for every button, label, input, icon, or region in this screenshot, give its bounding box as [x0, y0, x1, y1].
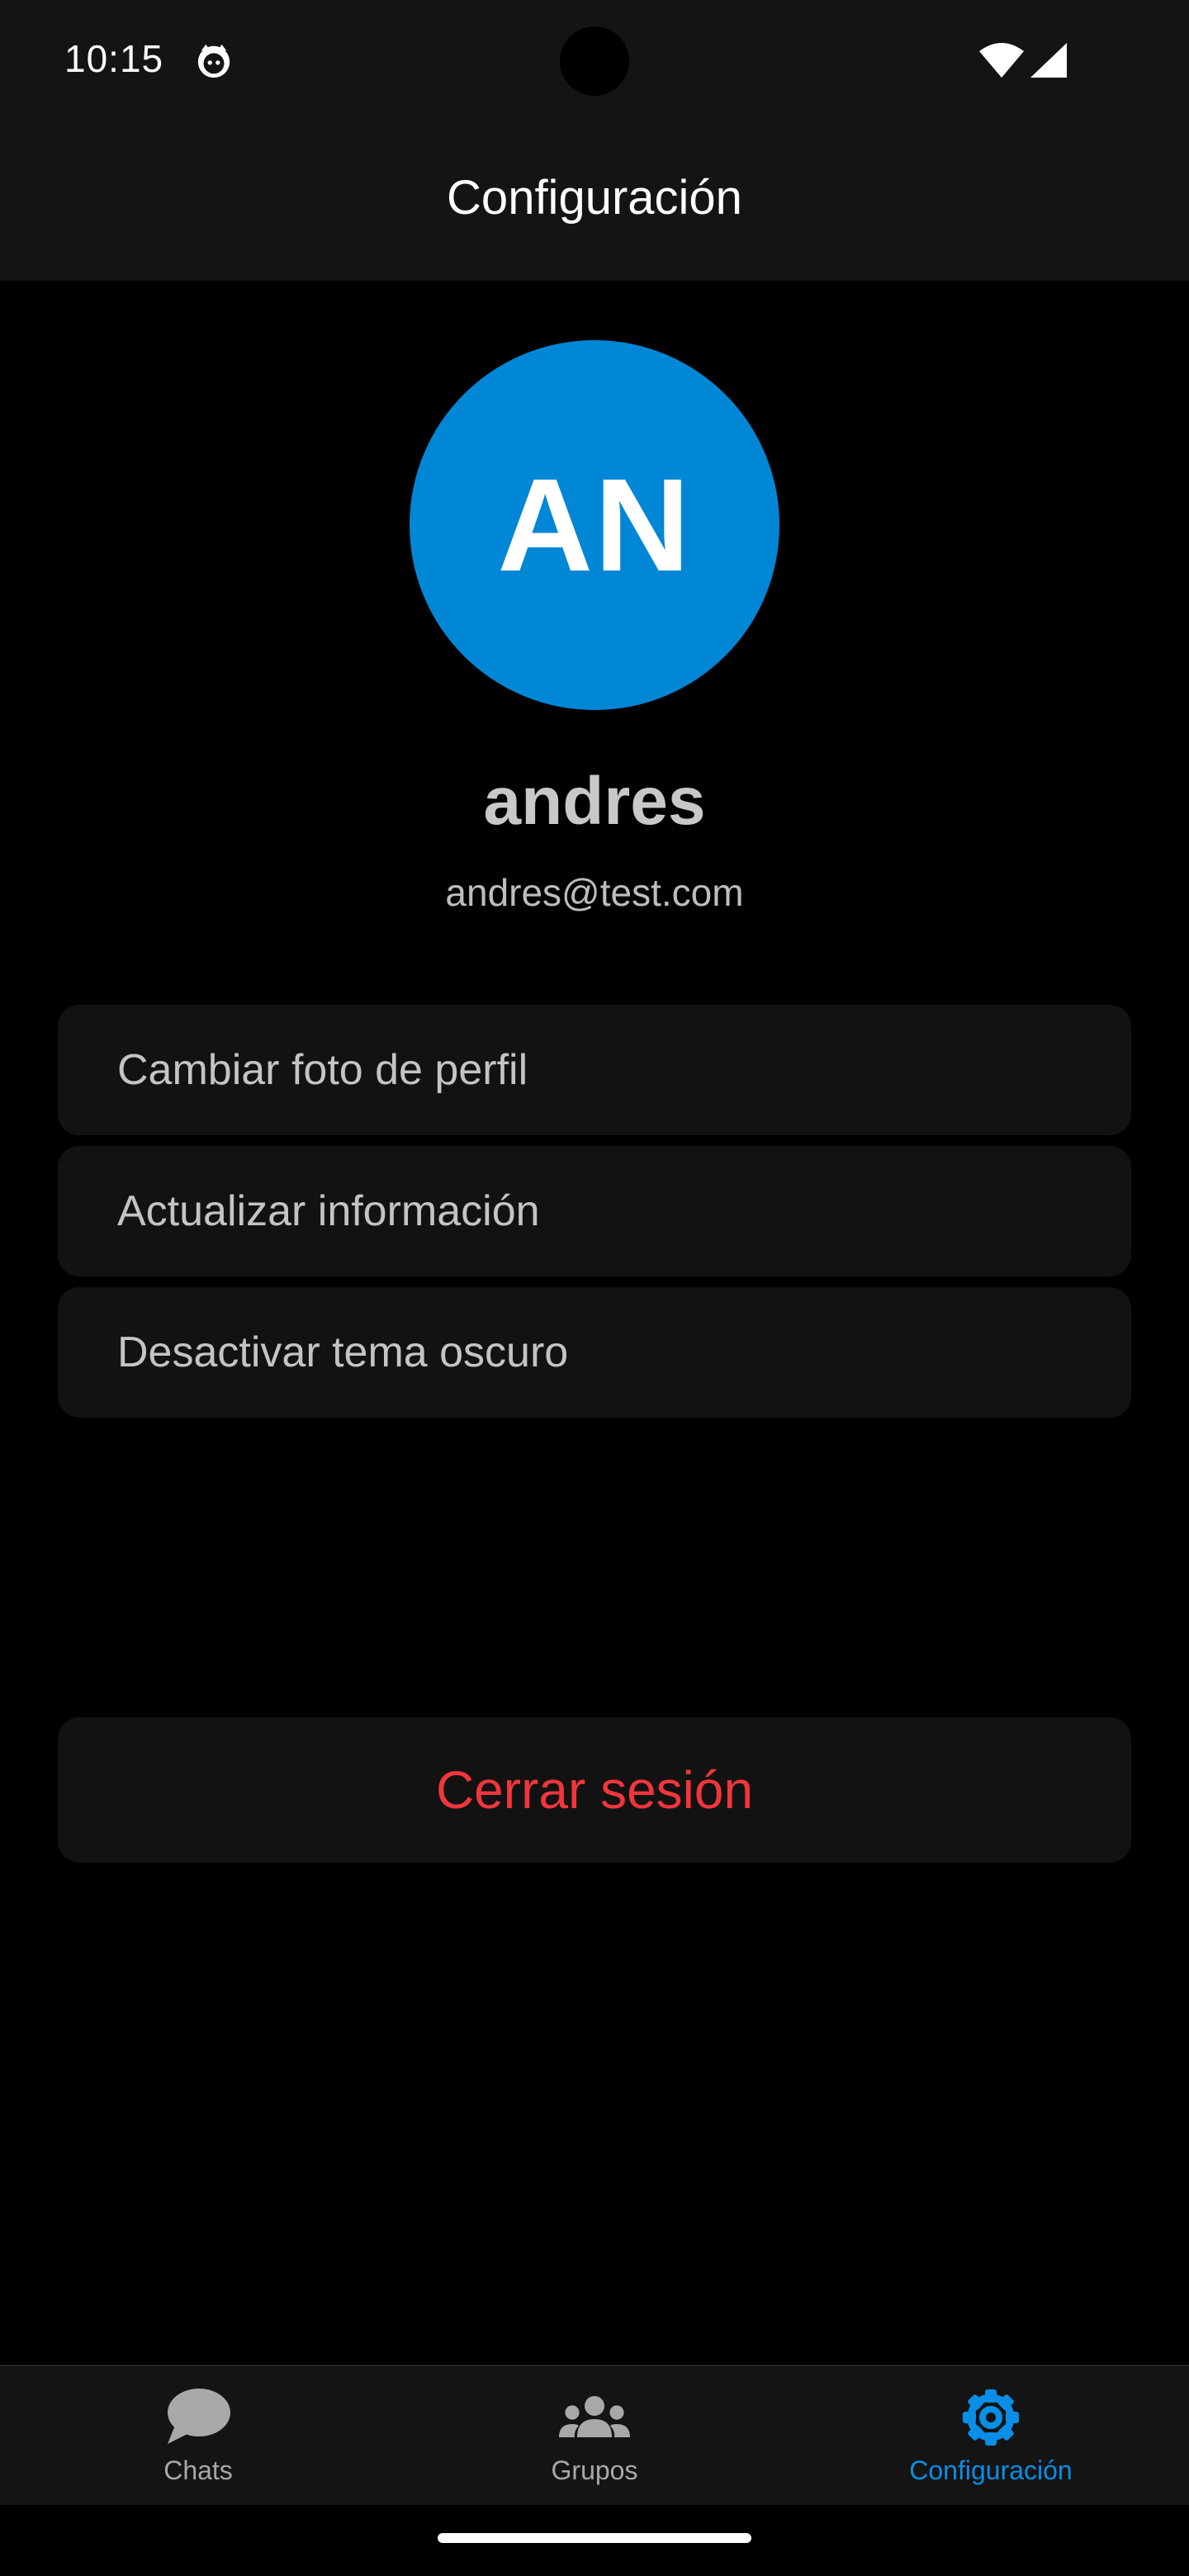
nav-label-groups: Grupos	[551, 2455, 638, 2485]
option-label: Actualizar información	[117, 1187, 540, 1235]
chat-bubble-icon	[168, 2389, 230, 2444]
app-notification-icon	[197, 44, 230, 78]
people-group-icon	[559, 2396, 630, 2437]
page-title: Configuración	[447, 171, 742, 225]
option-label: Desactivar tema oscuro	[117, 1328, 569, 1376]
logout-button[interactable]: Cerrar sesión	[58, 1717, 1131, 1863]
home-indicator[interactable]	[438, 2533, 751, 2543]
nav-item-groups[interactable]: Grupos	[396, 2366, 793, 2505]
status-time: 10:15	[64, 37, 164, 80]
nav-label-chats: Chats	[163, 2455, 233, 2485]
change-profile-photo-button[interactable]: Cambiar foto de perfil	[58, 1005, 1131, 1135]
nav-item-chats[interactable]: Chats	[0, 2366, 396, 2505]
settings-screen: 10:15 Configuración AN andres andres@tes…	[0, 0, 1189, 2576]
app-bar: Configuración	[0, 122, 1189, 281]
nav-item-settings[interactable]: Configuración	[793, 2366, 1189, 2505]
avatar-initials: AN	[497, 451, 692, 599]
nav-label-settings: Configuración	[909, 2455, 1073, 2485]
camera-cutout	[560, 26, 629, 96]
cell-signal-icon	[1030, 43, 1067, 78]
update-info-button[interactable]: Actualizar información	[58, 1146, 1131, 1276]
avatar: AN	[410, 340, 779, 710]
disable-dark-theme-button[interactable]: Desactivar tema oscuro	[58, 1287, 1131, 1418]
option-label: Cambiar foto de perfil	[117, 1046, 528, 1094]
bottom-nav: Chats Grupos Configuración	[0, 2365, 1189, 2505]
gear-icon	[963, 2389, 1019, 2446]
wifi-icon	[979, 43, 1024, 78]
logout-label: Cerrar sesión	[435, 1760, 754, 1820]
profile-email: andres@test.com	[445, 871, 744, 914]
status-bar: 10:15	[0, 0, 1189, 122]
profile-name: andres	[483, 764, 706, 839]
